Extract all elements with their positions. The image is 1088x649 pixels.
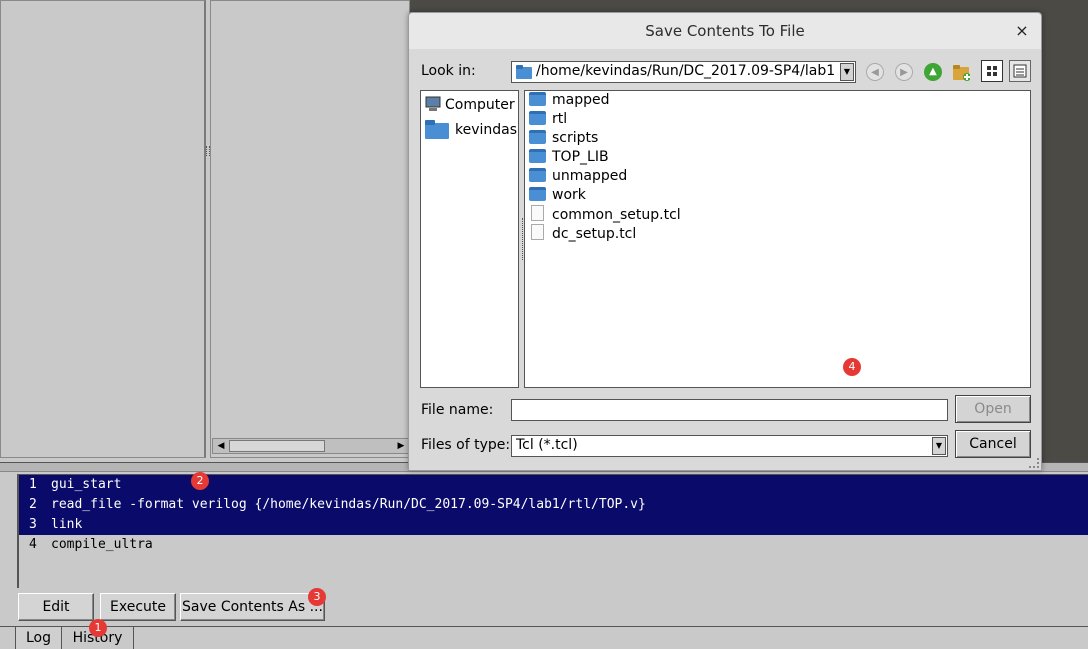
horizontal-scrollbar[interactable]: ◀ ▶: [212, 438, 410, 454]
row-command: read_file -format verilog {/home/kevinda…: [51, 497, 646, 512]
history-row[interactable]: 1 gui_start: [19, 475, 1088, 495]
file-name: unmapped: [552, 168, 628, 184]
detail-view-icon[interactable]: [1009, 60, 1031, 82]
list-item[interactable]: unmapped: [529, 167, 627, 186]
look-in-combo[interactable]: /home/kevindas/Run/DC_2017.09-SP4/lab1 ▼: [511, 61, 856, 83]
history-row[interactable]: 3 link: [19, 515, 1088, 535]
list-item[interactable]: mapped: [529, 91, 610, 110]
scroll-left-icon[interactable]: ◀: [214, 439, 228, 453]
file-name-label: File name:: [421, 402, 494, 418]
sidebar-item-label: kevindas: [455, 122, 518, 138]
list-item[interactable]: work: [529, 186, 586, 205]
places-sidebar: Computer kevindas: [420, 90, 519, 388]
list-item[interactable]: scripts: [529, 129, 598, 148]
file-icon: [531, 205, 544, 221]
file-name: rtl: [552, 111, 568, 127]
list-item[interactable]: common_setup.tcl: [529, 205, 681, 224]
file-name: TOP_LIB: [552, 149, 609, 165]
folder-icon: [529, 130, 546, 144]
folder-icon: [425, 120, 449, 139]
step-badge: 1: [89, 619, 107, 637]
row-command: compile_ultra: [51, 537, 153, 552]
folder-icon: [529, 168, 546, 182]
files-of-type-value: Tcl (*.tcl): [516, 437, 578, 453]
file-list[interactable]: mapped rtl scripts TOP_LIB unmapped work…: [524, 90, 1031, 388]
file-icon: [531, 224, 544, 240]
edit-button[interactable]: Edit: [18, 593, 94, 621]
row-command: gui_start: [51, 477, 122, 492]
folder-icon: [529, 149, 546, 163]
close-icon[interactable]: ×: [1013, 21, 1031, 41]
look-in-path: /home/kevindas/Run/DC_2017.09-SP4/lab1: [536, 63, 836, 79]
cancel-button[interactable]: Cancel: [955, 430, 1031, 458]
save-dialog: Save Contents To File × Look in: /home/k…: [408, 12, 1042, 471]
list-item[interactable]: TOP_LIB: [529, 148, 609, 167]
file-name: dc_setup.tcl: [552, 226, 637, 242]
history-row[interactable]: 4 compile_ultra: [19, 535, 1088, 555]
middle-panel: [210, 0, 410, 458]
resize-grip-icon[interactable]: [1029, 458, 1039, 468]
sidebar-item-computer[interactable]: Computer: [425, 96, 515, 113]
file-name: mapped: [552, 92, 610, 108]
folder-icon: [529, 92, 546, 106]
row-number: 3: [29, 517, 37, 532]
forward-icon[interactable]: ▶: [895, 63, 913, 81]
sidebar-item-label: Computer: [445, 97, 515, 113]
list-item[interactable]: rtl: [529, 110, 567, 129]
execute-button[interactable]: Execute: [100, 593, 176, 621]
chevron-down-icon[interactable]: ▼: [840, 63, 854, 81]
files-of-type-combo[interactable]: Tcl (*.tcl) ▼: [511, 435, 948, 457]
row-number: 1: [29, 477, 37, 492]
files-of-type-label: Files of type:: [421, 437, 511, 453]
step-badge: 4: [843, 358, 861, 376]
tab-log[interactable]: Log: [15, 627, 62, 649]
folder-icon: [529, 187, 546, 201]
history-row[interactable]: 2 read_file -format verilog {/home/kevind…: [19, 495, 1088, 515]
back-icon[interactable]: ◀: [866, 63, 884, 81]
folder-icon: [516, 65, 532, 79]
scrollbar-thumb[interactable]: [229, 440, 325, 452]
dialog-title: Save Contents To File: [409, 13, 1041, 49]
list-view-icon[interactable]: [981, 60, 1003, 82]
left-panel: [0, 0, 206, 458]
list-item[interactable]: dc_setup.tcl: [529, 224, 636, 243]
save-contents-as-button[interactable]: Save Contents As ...: [180, 593, 325, 621]
file-name: scripts: [552, 130, 599, 146]
computer-icon: [425, 96, 441, 111]
up-folder-icon[interactable]: ▲: [924, 63, 942, 81]
file-name: common_setup.tcl: [552, 207, 681, 223]
row-number: 2: [29, 497, 37, 512]
row-number: 4: [29, 537, 37, 552]
file-name: work: [552, 187, 586, 203]
scroll-right-icon[interactable]: ▶: [394, 439, 408, 453]
console-tabs: Log History: [0, 626, 1088, 649]
sidebar-item-home[interactable]: kevindas: [425, 119, 517, 139]
file-name-input[interactable]: [511, 399, 948, 421]
chevron-down-icon[interactable]: ▼: [932, 437, 946, 455]
step-badge: 3: [308, 588, 326, 606]
open-button[interactable]: Open: [955, 395, 1031, 423]
step-badge: 2: [191, 472, 209, 490]
folder-icon: [529, 111, 546, 125]
row-command: link: [51, 517, 83, 532]
new-folder-icon[interactable]: [952, 63, 970, 81]
history-list[interactable]: 1 gui_start 2 read_file -format verilog {/…: [17, 474, 1088, 588]
look-in-label: Look in:: [421, 63, 476, 79]
